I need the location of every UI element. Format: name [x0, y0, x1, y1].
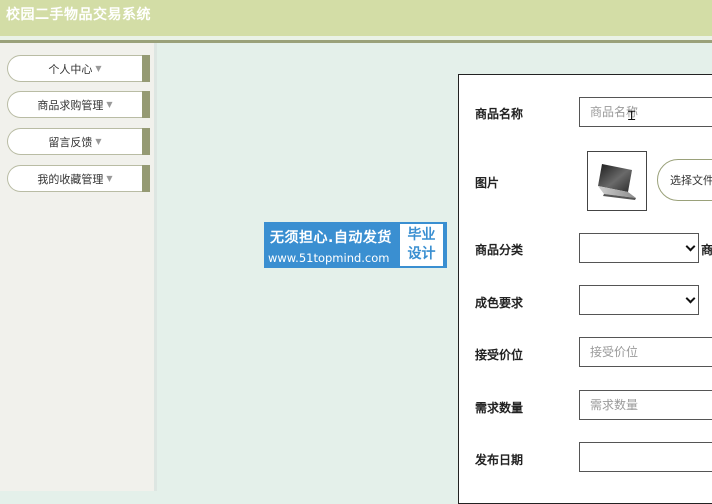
purchase-request-form: 商品名称 图片 选择文件 商品分类 商 [458, 74, 712, 504]
condition-select[interactable] [579, 285, 699, 315]
watermark-box: 毕业 设计 [400, 224, 443, 266]
category-label: 商品分类 [475, 243, 524, 257]
publish-date-label: 发布日期 [475, 453, 524, 467]
caret-down-icon: ▼ [106, 100, 113, 109]
sidebar-item-label: 我的收藏管理 [37, 172, 104, 186]
sidebar-item-tab [142, 55, 150, 82]
app-header: 校园二手物品交易系统 [0, 0, 712, 36]
accept-price-input[interactable] [579, 337, 712, 367]
watermark-url: www.51topmind.com [268, 251, 390, 265]
quantity-input[interactable] [579, 390, 712, 420]
watermark-badge: 无须担心.自动发货 www.51topmind.com 毕业 设计 [264, 222, 447, 268]
caret-down-icon: ▼ [106, 174, 113, 183]
sidebar-item-purchase-request-management[interactable]: 商品求购管理 ▼ [7, 91, 150, 118]
sidebar-item-label: 留言反馈 [48, 135, 93, 149]
sidebar-item-message-feedback[interactable]: 留言反馈 ▼ [7, 128, 150, 155]
product-image-thumbnail [587, 151, 647, 211]
sidebar-item-favorites-management[interactable]: 我的收藏管理 ▼ [7, 165, 150, 192]
category-trailing-label: 商 [701, 243, 712, 257]
sidebar-item-tab [142, 165, 150, 192]
text-cursor-icon: Ɪ [628, 109, 636, 124]
chevron-down-icon [685, 293, 696, 304]
caret-down-icon: ▼ [95, 137, 102, 146]
choose-file-button[interactable]: 选择文件 [657, 159, 712, 201]
sidebar-item-tab [142, 128, 150, 155]
condition-label: 成色要求 [475, 296, 524, 310]
chevron-down-icon [685, 241, 696, 252]
sidebar-item-label: 商品求购管理 [37, 98, 104, 112]
quantity-label: 需求数量 [475, 401, 524, 415]
sidebar-item-personal-center[interactable]: 个人中心 ▼ [7, 55, 150, 82]
product-name-label: 商品名称 [475, 107, 524, 121]
publish-date-input[interactable] [579, 442, 712, 472]
product-name-input[interactable] [579, 97, 712, 127]
laptop-image [598, 164, 636, 200]
watermark-box-line1: 毕业 [407, 227, 436, 243]
caret-down-icon: ▼ [95, 64, 102, 73]
app-title: 校园二手物品交易系统 [6, 7, 151, 23]
watermark-box-line2: 设计 [407, 246, 436, 262]
sidebar: 个人中心 ▼ 商品求购管理 ▼ 留言反馈 ▼ 我的收藏管理 ▼ [0, 43, 157, 491]
sidebar-item-label: 个人中心 [48, 62, 93, 76]
category-select[interactable] [579, 233, 699, 263]
image-label: 图片 [475, 176, 500, 190]
accept-price-label: 接受价位 [475, 348, 524, 362]
watermark-slogan: 无须担心.自动发货 [270, 230, 392, 246]
sidebar-item-tab [142, 91, 150, 118]
